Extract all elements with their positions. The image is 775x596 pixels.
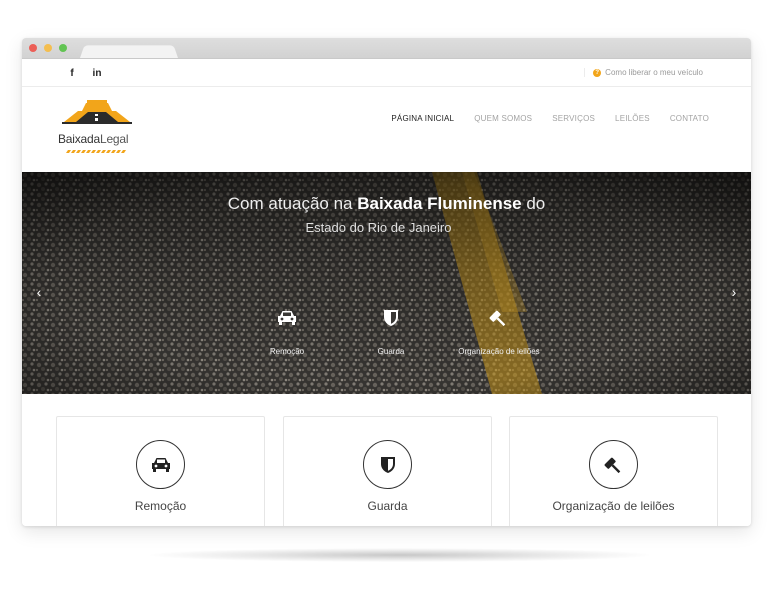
nav-item-home[interactable]: PÁGINA INICIAL: [391, 114, 454, 123]
service-icon-circle: [363, 440, 412, 489]
service-card-title: Guarda: [367, 499, 408, 513]
hero-slider: Com atuação na Baixada Fluminense do Est…: [22, 172, 751, 394]
service-icon-circle: [136, 440, 185, 489]
car-icon: [267, 298, 307, 338]
page-drop-shadow: [150, 548, 650, 562]
maximize-window-button[interactable]: [59, 44, 67, 52]
hero-feature-label: Remoção: [269, 347, 305, 356]
car-icon: [151, 457, 170, 472]
hero-feature-auctions: Organização de leilões: [454, 298, 544, 356]
slider-prev-button[interactable]: ‹: [32, 282, 46, 302]
service-card-title: Organização de leilões: [552, 499, 675, 513]
top-bar: f in ? Como liberar o meu veículo: [22, 59, 751, 87]
shield-icon: [371, 298, 411, 338]
nav-item-auctions[interactable]: LEILÕES: [615, 114, 650, 123]
hero-title-bold: Baixada Fluminense: [357, 194, 522, 213]
facebook-icon[interactable]: f: [64, 65, 80, 81]
minimize-window-button[interactable]: [44, 44, 52, 52]
hero-feature-removal: Remoção: [242, 298, 332, 356]
logo-stripes: [66, 150, 126, 153]
service-icon-circle: [589, 440, 638, 489]
gavel-icon: [479, 298, 519, 338]
main-nav: PÁGINA INICIAL QUEM SOMOS SERVIÇOS LEILÕ…: [371, 114, 709, 123]
linkedin-icon[interactable]: in: [89, 65, 105, 81]
service-card-title: Remoção: [134, 499, 187, 513]
browser-tab[interactable]: [80, 45, 178, 58]
help-icon: ?: [593, 68, 602, 77]
hero-title: Com atuação na Baixada Fluminense do: [22, 194, 751, 214]
shield-icon: [380, 456, 395, 473]
hero-title-post: do: [521, 194, 546, 213]
hero-feature-label: Organização de leilões: [458, 347, 540, 356]
logo-text-light: Legal: [99, 132, 129, 146]
hero-title-pre: Com atuação na: [227, 194, 358, 213]
service-card-removal[interactable]: Remoção: [56, 416, 265, 526]
help-link[interactable]: ? Como liberar o meu veículo: [584, 68, 703, 77]
hero-feature-storage: Guarda: [346, 298, 436, 356]
nav-item-about[interactable]: QUEM SOMOS: [474, 114, 532, 123]
logo-text-bold: Baixada: [58, 132, 100, 146]
nav-item-services[interactable]: SERVIÇOS: [552, 114, 595, 123]
site-header: BaixadaLegal PÁGINA INICIAL QUEM SOMOS S…: [22, 87, 751, 172]
site-logo[interactable]: BaixadaLegal: [56, 98, 138, 158]
service-card-auctions[interactable]: Organização de leilões: [509, 416, 718, 526]
service-card-storage[interactable]: Guarda: [283, 416, 492, 526]
gavel-icon: [604, 457, 620, 473]
browser-titlebar: [22, 38, 751, 59]
slider-next-button[interactable]: ›: [727, 282, 741, 302]
browser-window: f in ? Como liberar o meu veículo Baixad…: [22, 38, 751, 526]
services-section: Remoção Guarda Organização de leilões: [22, 394, 751, 526]
help-link-label: Como liberar o meu veículo: [605, 68, 703, 77]
logo-wordmark: BaixadaLegal: [58, 132, 129, 146]
tow-truck-logo-icon: [62, 100, 132, 124]
hero-subtitle: Estado do Rio de Janeiro: [305, 220, 452, 235]
close-window-button[interactable]: [29, 44, 37, 52]
nav-item-contact[interactable]: CONTATO: [670, 114, 709, 123]
hero-feature-label: Guarda: [377, 347, 405, 356]
